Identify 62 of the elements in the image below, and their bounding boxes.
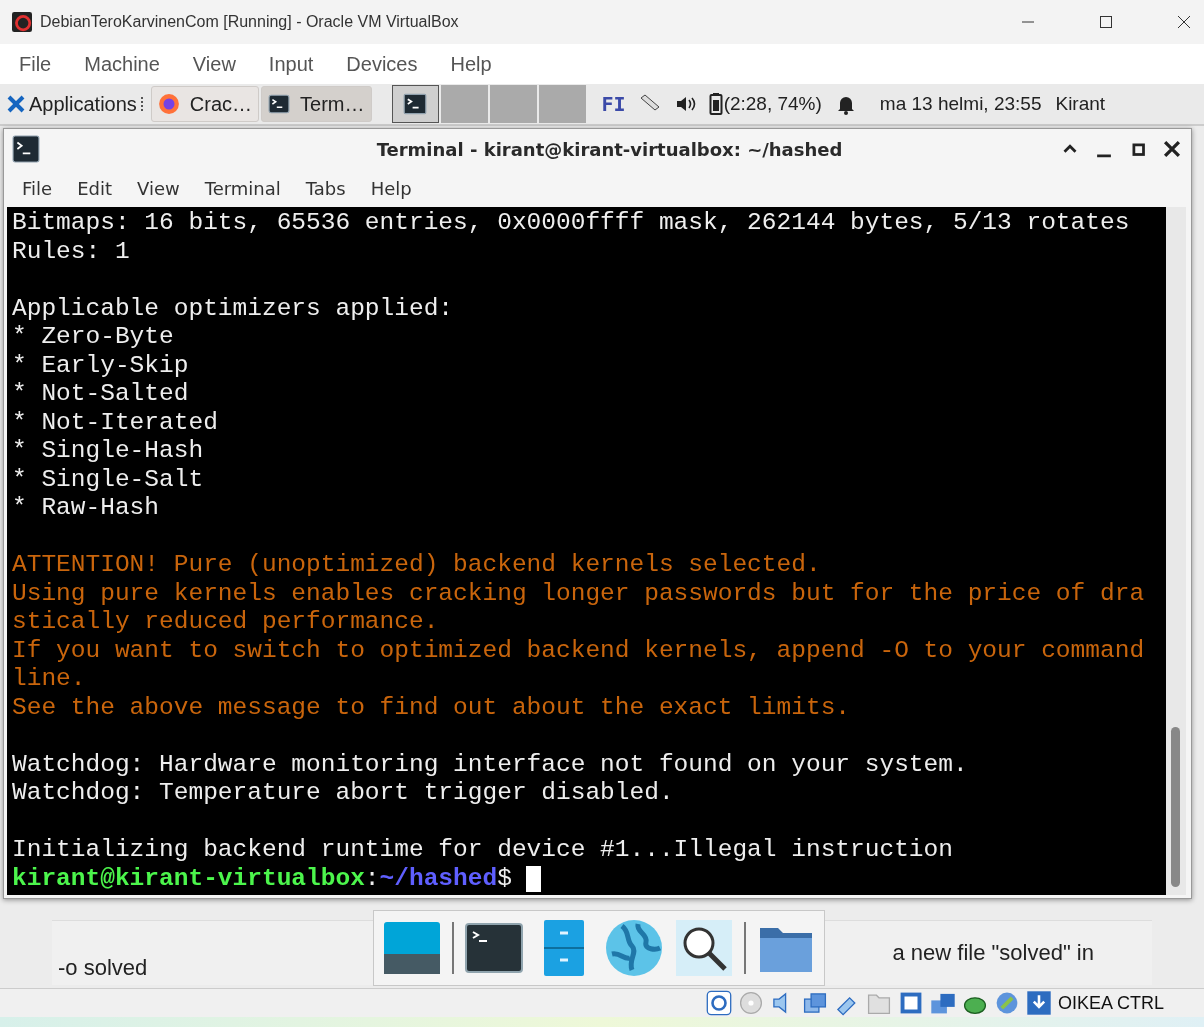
warning-line: line. [12, 665, 87, 694]
workspace-button[interactable] [391, 85, 439, 123]
menu-item[interactable]: Help [450, 52, 492, 76]
terminal-line: Rules: 1 [12, 237, 131, 266]
menu-item[interactable]: Edit [77, 177, 112, 199]
host-key-label: OIKEA CTRL [1057, 992, 1164, 1014]
maximize-button[interactable] [1098, 14, 1114, 30]
user-menu[interactable]: Kirant [1055, 93, 1106, 115]
warning-line: ATTENTION! Pure (unoptimized) backend kernels selected. [12, 551, 822, 580]
prompt-symbol: $ [497, 864, 512, 893]
terminal-line: * Raw-Hash [12, 494, 161, 523]
browser-icon [157, 93, 180, 115]
terminal-icon [403, 92, 428, 116]
menu-item[interactable]: File [19, 52, 52, 76]
terminal-line: Watchdog: Hardware monitoring interface not found on your system. [12, 750, 969, 779]
close-button[interactable] [1161, 138, 1183, 160]
close-button[interactable] [1176, 14, 1192, 30]
terminal-line: * Early-Skip [12, 351, 190, 380]
keyboard-layout-indicator[interactable]: FI [601, 92, 626, 116]
terminal-line: * Not-Salted [12, 380, 190, 409]
terminal-line: Initializing backend runtime for device #1...Illegal instruction [12, 836, 954, 865]
menu-item[interactable]: Machine [84, 52, 160, 76]
battery-icon[interactable] [707, 92, 724, 116]
search-icon[interactable] [674, 918, 734, 978]
terminal-line: Watchdog: Temperature abort trigger disabled. [12, 779, 675, 808]
terminal-icon [12, 135, 40, 163]
prompt-separator: : [364, 864, 380, 893]
menu-item[interactable]: Input [268, 52, 314, 76]
menu-item[interactable]: File [22, 177, 53, 199]
terminal-line: * Not-Iterated [12, 408, 219, 437]
terminal-line: * Zero-Byte [12, 323, 175, 352]
menu-item[interactable]: Help [370, 177, 412, 199]
warning-line: See the above message to find out about the exact limits. [12, 693, 852, 722]
menu-item[interactable]: View [192, 52, 236, 76]
terminal-line: * Single-Salt [12, 465, 205, 494]
document-text: a new file "solved" in [892, 940, 1095, 966]
window-title: Terminal - kirant@kirant-virtualbox: ~/hashed [375, 138, 844, 160]
menu-item[interactable]: Tabs [305, 177, 346, 199]
terminal-line: * Single-Hash [12, 437, 205, 466]
window-title: DebianTeroKarvinenCom [Running] - Oracle VM VirtualBox [40, 13, 459, 31]
menu-item[interactable]: Devices [346, 52, 418, 76]
terminal-line: Bitmaps: 16 bits, 65536 entries, 0x0000ffff mask, 262144 bytes, 5/13 rotates [12, 209, 1131, 238]
warning-line: Using pure kernels enables cracking longer passwords but for the price of dra [12, 579, 1146, 608]
prompt-user: kirant@kirant-virtualbox [12, 864, 365, 893]
clock[interactable]: ma 13 helmi, 23:55 [879, 93, 1042, 115]
warning-line: If you want to switch to optimized backend kernels, append -O to your command [12, 636, 1146, 665]
menu-item[interactable]: View [137, 177, 180, 199]
document-text: -o solved [57, 954, 148, 981]
terminal-icon [268, 93, 291, 115]
terminal-line: Applicable optimizers applied: [12, 294, 455, 323]
app-icon [12, 12, 32, 32]
globe-icon[interactable] [604, 918, 664, 978]
taskbar-button[interactable]: Term… [261, 86, 372, 122]
prompt-path: ~/hashed [379, 864, 498, 893]
text-cursor [525, 865, 541, 892]
warning-line: stically reduced performance. [12, 608, 440, 637]
taskbar-button[interactable]: Crac… [150, 86, 260, 122]
battery-status: (2:28, 74%) [723, 93, 822, 115]
download-icon[interactable] [1025, 990, 1052, 1016]
applications-menu[interactable]: Applications [6, 92, 137, 116]
scrollbar-thumb[interactable] [1171, 727, 1180, 887]
menu-item[interactable]: Terminal [204, 177, 281, 199]
